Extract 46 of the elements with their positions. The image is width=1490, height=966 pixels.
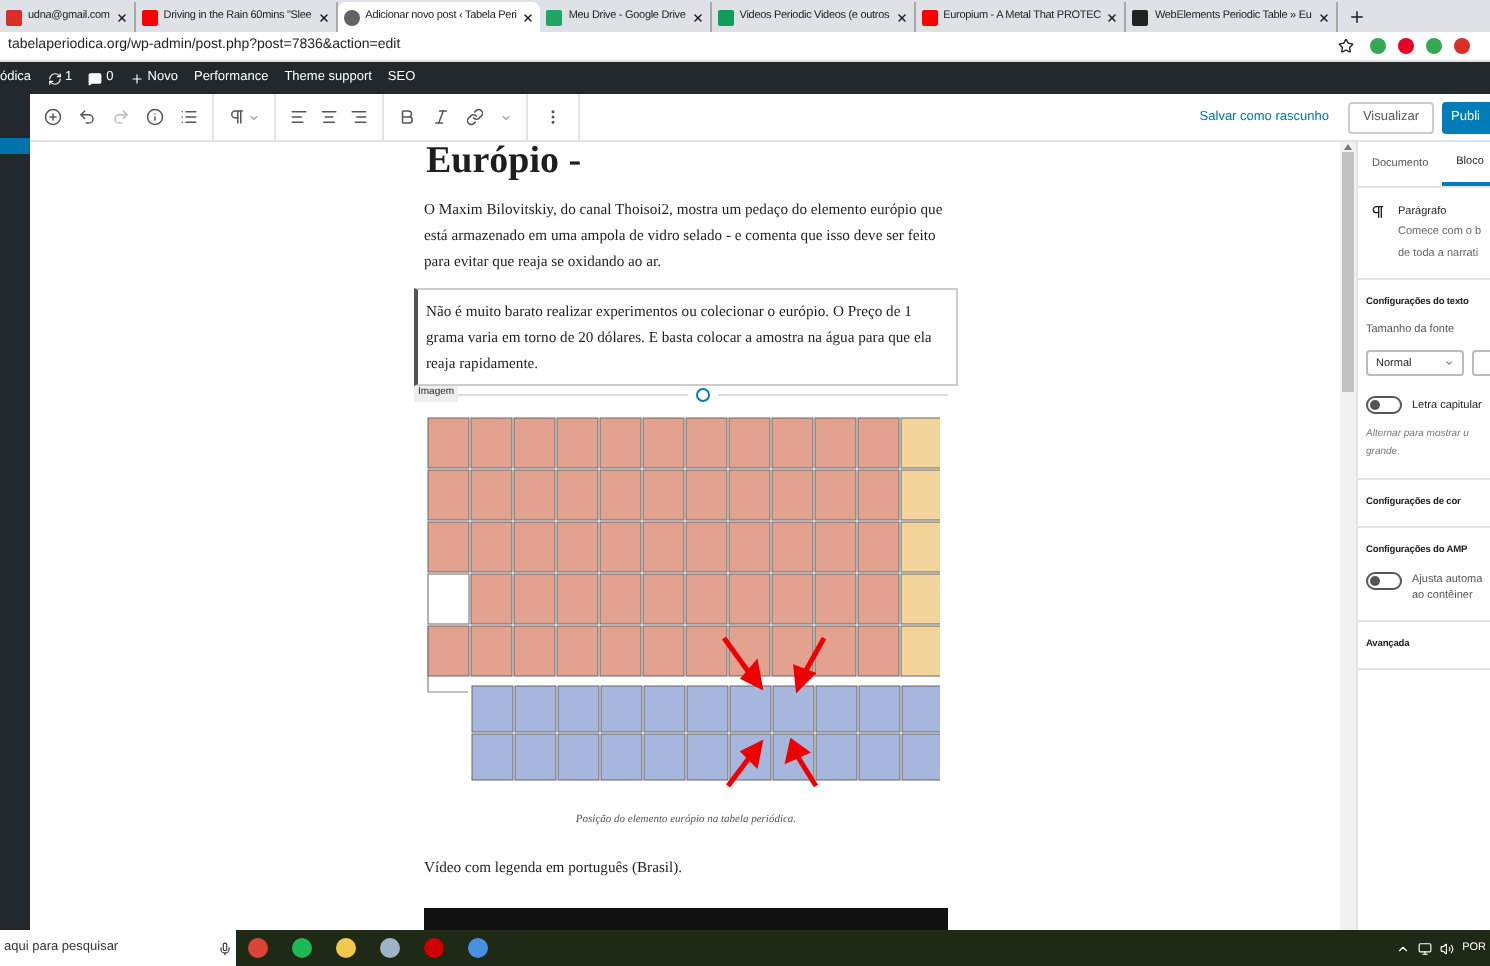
post-title[interactable]: Európio - xyxy=(424,142,948,182)
microphone-icon[interactable] xyxy=(218,941,232,955)
site-icon xyxy=(546,9,563,25)
star-icon[interactable] xyxy=(1338,38,1354,54)
site-icon xyxy=(141,9,158,25)
volume-icon[interactable] xyxy=(1440,941,1455,955)
close-icon[interactable] xyxy=(691,11,704,23)
close-icon[interactable] xyxy=(1106,11,1119,23)
align-center-icon[interactable] xyxy=(320,108,338,126)
active-menu-marker xyxy=(0,138,30,154)
new-tab-icon[interactable] xyxy=(1347,8,1366,26)
link-icon[interactable] xyxy=(466,108,484,126)
add-block-icon[interactable] xyxy=(44,108,62,126)
caret-icon xyxy=(1444,358,1454,369)
site-icon xyxy=(921,9,938,25)
taskbar-app-icon[interactable] xyxy=(468,938,488,958)
close-icon[interactable] xyxy=(115,11,128,23)
updates-icon[interactable] xyxy=(47,71,62,85)
toggle-switch[interactable] xyxy=(1366,571,1402,590)
toggle-switch[interactable] xyxy=(1366,396,1402,415)
paragraph-icon xyxy=(1370,204,1386,220)
plus-icon[interactable] xyxy=(129,71,144,85)
taskbar-app-icon[interactable] xyxy=(292,938,312,958)
info-icon[interactable] xyxy=(146,108,164,126)
italic-icon[interactable] xyxy=(432,108,450,126)
align-left-icon[interactable] xyxy=(290,108,308,126)
comments-icon[interactable] xyxy=(88,71,103,85)
site-icon xyxy=(6,9,22,25)
paragraph-icon[interactable] xyxy=(228,108,246,126)
taskbar-app-icon[interactable] xyxy=(380,938,400,958)
site-icon xyxy=(717,9,734,25)
bold-icon[interactable] xyxy=(398,108,416,126)
align-right-icon[interactable] xyxy=(350,108,368,126)
taskbar-app-icon[interactable] xyxy=(336,938,356,958)
scroll-up-arrow-icon[interactable] xyxy=(1344,144,1352,150)
network-icon[interactable] xyxy=(1418,941,1433,955)
scrollbar-thumb[interactable] xyxy=(1342,152,1354,392)
close-icon[interactable] xyxy=(522,11,535,23)
chevron-up-icon[interactable] xyxy=(1396,941,1411,955)
undo-icon[interactable] xyxy=(78,108,96,126)
close-icon[interactable] xyxy=(1317,11,1330,23)
close-icon[interactable] xyxy=(895,11,908,23)
site-icon xyxy=(1132,9,1149,25)
site-icon xyxy=(343,9,360,25)
list-icon[interactable] xyxy=(180,108,198,126)
close-icon[interactable] xyxy=(317,11,330,23)
